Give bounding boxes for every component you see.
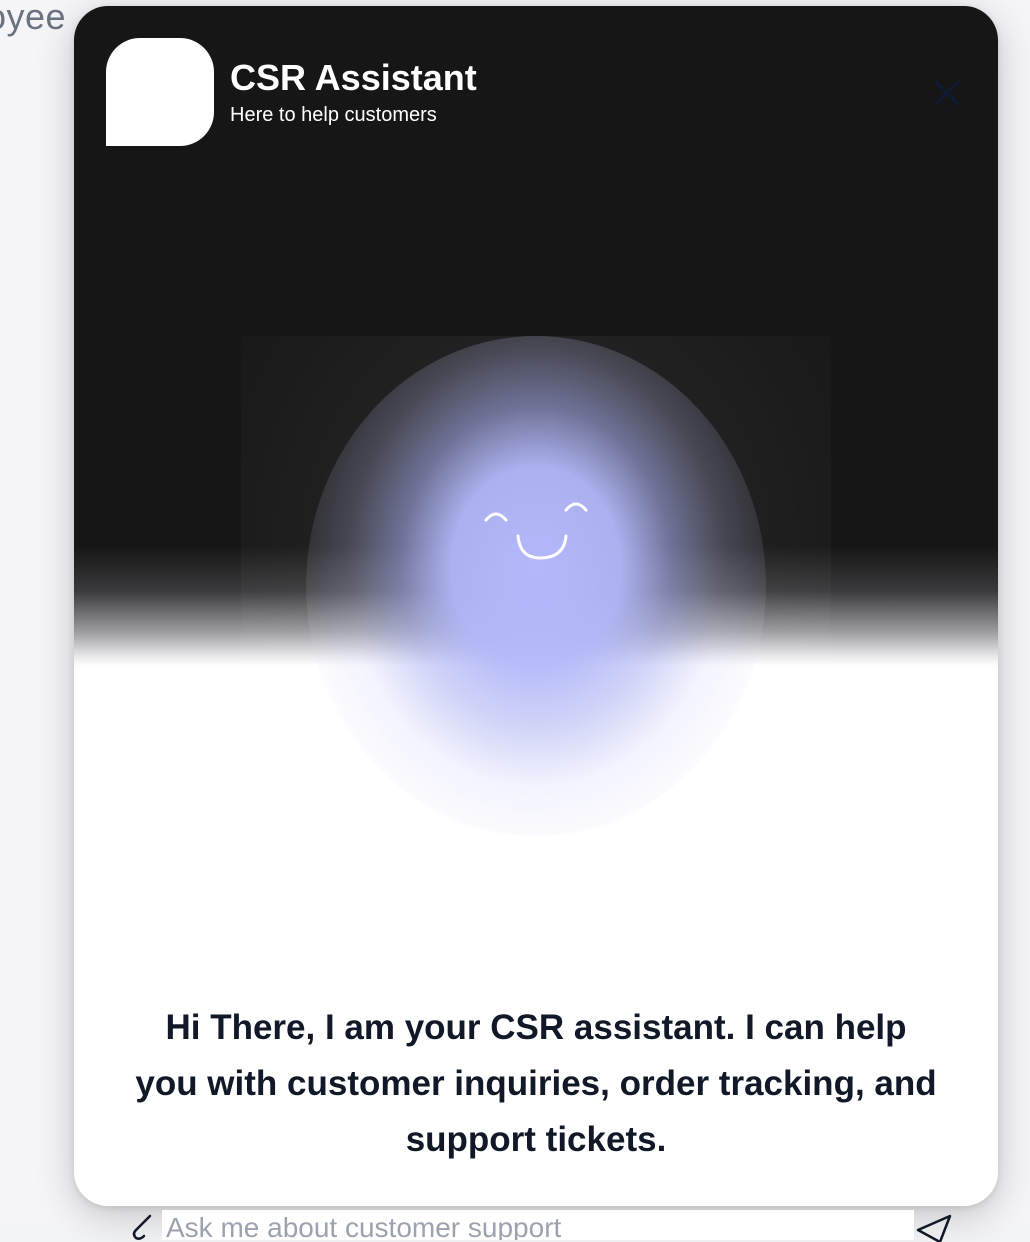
assistant-name: CSR Assistant bbox=[230, 58, 477, 98]
close-icon bbox=[930, 76, 964, 110]
smiley-face-icon bbox=[482, 496, 592, 576]
assistant-avatar bbox=[106, 38, 214, 146]
send-icon[interactable] bbox=[914, 1212, 954, 1242]
paperclip-icon[interactable] bbox=[128, 1212, 158, 1242]
chat-panel: CSR Assistant Here to help customers Hi … bbox=[74, 6, 998, 1206]
close-button[interactable] bbox=[930, 76, 964, 110]
assistant-tagline: Here to help customers bbox=[230, 104, 437, 126]
assistant-orb bbox=[306, 336, 766, 836]
background-page-text: oyee bbox=[0, 0, 66, 38]
assistant-greeting: Hi There, I am your CSR assistant. I can… bbox=[134, 1000, 938, 1168]
message-input[interactable]: Ask me about customer support bbox=[162, 1210, 914, 1240]
